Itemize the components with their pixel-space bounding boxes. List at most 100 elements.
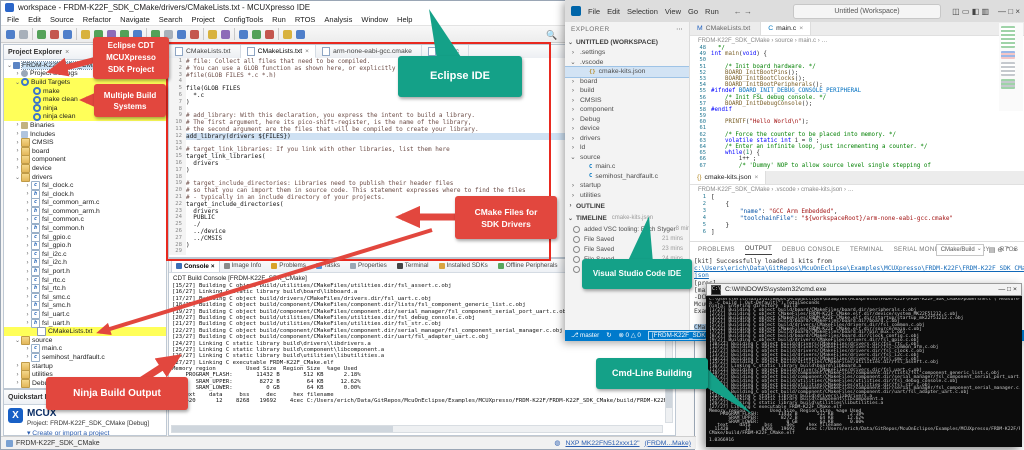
editor-tab[interactable]: C main.c × (761, 22, 812, 35)
toolbar-icon[interactable] (50, 29, 59, 39)
tree-twisty-icon[interactable]: › (569, 125, 577, 132)
cmd-console-output[interactable]: C:\Users\erich\Data\GitRepos\McuOnEclips… (709, 298, 1020, 445)
eclipse-menu-item[interactable]: RTOS (295, 15, 316, 24)
tree-item[interactable]: › Debug (565, 115, 689, 125)
toolbar-icon[interactable] (81, 29, 90, 39)
tree-item[interactable]: ⌄ source (4, 335, 166, 345)
more-actions-icon[interactable]: ⋯ (676, 25, 683, 33)
tree-twisty-icon[interactable]: › (569, 97, 577, 104)
tree-item[interactable]: › h fsl_gpio.h (4, 241, 166, 251)
eclipse-menu-item[interactable]: Edit (28, 15, 41, 24)
eclipse-menu-item[interactable]: Refactor (83, 15, 111, 24)
tree-twisty-icon[interactable]: ⌄ (14, 79, 21, 86)
tree-item[interactable]: › utilities (565, 191, 689, 201)
tree-twisty-icon[interactable]: › (24, 234, 31, 240)
tree-twisty-icon[interactable]: › (24, 251, 31, 257)
tree-item[interactable]: › ld (565, 143, 689, 153)
panel-tab[interactable]: TERMINAL (850, 244, 884, 255)
console-view-tab[interactable]: Properties (346, 259, 393, 272)
toolbar-icon[interactable] (221, 29, 230, 39)
close-icon[interactable]: × (305, 48, 309, 55)
tree-item[interactable]: › h fsl_uart.h (4, 318, 166, 328)
project-link[interactable]: (FRDM...Make) (645, 440, 691, 447)
tree-twisty-icon[interactable]: › (569, 144, 577, 151)
timeline-item[interactable]: File Saved 23 mins (565, 244, 689, 254)
eclipse-menu-item[interactable]: Source (50, 15, 74, 24)
tree-item[interactable]: C main.c (565, 162, 689, 172)
close-icon[interactable]: × (211, 263, 215, 270)
console-view-tab[interactable]: Offline Peripherals (494, 259, 564, 272)
eclipse-menu-item[interactable]: Window (361, 15, 388, 24)
eclipse-menu-item[interactable]: Help (397, 15, 412, 24)
panel-tab[interactable]: DEBUG CONSOLE (782, 244, 840, 255)
toolbar-icon[interactable] (265, 29, 274, 39)
tree-twisty-icon[interactable]: ⌄ (14, 174, 21, 181)
console-view-tab[interactable]: Terminal (393, 259, 435, 272)
window-controls[interactable]: — □ × (998, 286, 1017, 293)
tree-twisty-icon[interactable]: › (14, 131, 21, 137)
tree-item[interactable]: › board (4, 146, 166, 156)
tree-item[interactable]: › drivers (565, 134, 689, 144)
toolbar-icon[interactable] (239, 29, 248, 39)
editor-tab[interactable]: M CMakeLists.txt (690, 22, 762, 35)
tree-twisty-icon[interactable]: › (569, 192, 577, 199)
toolbar-icon[interactable] (190, 29, 199, 39)
tree-twisty-icon[interactable]: › (569, 116, 577, 123)
tree-item[interactable]: › device (565, 124, 689, 134)
tree-twisty-icon[interactable]: › (24, 260, 31, 266)
tree-item[interactable]: › c fsl_smc.c (4, 292, 166, 302)
tree-item[interactable]: › h fsl_rtc.h (4, 284, 166, 294)
tree-item[interactable]: ⌄ source (565, 153, 689, 163)
timeline-section-header[interactable]: ⌄ TIMELINE cmake-kits.json (565, 212, 689, 224)
console-view-tab[interactable]: Problems (267, 259, 312, 272)
timeline-item[interactable]: added VSC tooling: Erich Styger 8 mins (565, 224, 689, 234)
tree-item[interactable]: › c fsl_rtc.c (4, 275, 166, 285)
tree-item[interactable]: › build (565, 86, 689, 96)
tree-twisty-icon[interactable]: › (14, 363, 21, 369)
tree-twisty-icon[interactable]: › (569, 49, 577, 56)
tree-twisty-icon[interactable]: › (569, 106, 577, 113)
vscode-menu-item[interactable]: View (665, 7, 681, 16)
toolbar-icon[interactable] (234, 28, 235, 40)
eclipse-menu-item[interactable]: ConfigTools (224, 15, 263, 24)
tree-twisty-icon[interactable]: › (24, 346, 31, 352)
outline-section-header[interactable]: › OUTLINE (565, 200, 689, 212)
tree-twisty-icon[interactable]: › (569, 87, 577, 94)
console-view-tab[interactable]: Tasks (312, 259, 346, 272)
toolbar-icon[interactable] (252, 29, 261, 39)
breadcrumb[interactable]: FRDM-K22F_SDK_CMake › .vscode › cmake-ki… (690, 185, 1024, 194)
toolbar-icon[interactable] (278, 28, 279, 40)
tree-twisty-icon[interactable]: › (569, 78, 577, 85)
eclipse-menu-item[interactable]: File (7, 15, 19, 24)
console-view-tab[interactable]: Image Info (220, 259, 268, 272)
tree-item[interactable]: › CMSIS (565, 96, 689, 106)
vscode-menu-item[interactable]: Go (688, 7, 698, 16)
timeline-item[interactable]: File Saved 21 mins (565, 234, 689, 244)
tree-item[interactable]: ⌄ .vscode (565, 58, 689, 68)
tree-item[interactable]: › board (565, 77, 689, 87)
output-channel-dropdown[interactable]: CMake/Build (935, 244, 984, 256)
tree-item[interactable]: › component (4, 155, 166, 165)
tree-item[interactable]: C semihost_hardfault.c (565, 172, 689, 182)
tree-twisty-icon[interactable]: › (14, 122, 21, 128)
tree-item[interactable]: › h fsl_i2c.h (4, 258, 166, 268)
nav-back-forward-icons[interactable]: ← → (734, 7, 752, 16)
close-icon[interactable]: × (799, 25, 803, 32)
eclipse-menu-item[interactable]: Analysis (324, 15, 352, 24)
tree-twisty-icon[interactable]: › (24, 200, 31, 206)
tree-item[interactable]: › c fsl_clock.c (4, 181, 166, 191)
tree-item[interactable]: › startup (565, 181, 689, 191)
tree-item[interactable]: › h fsl_port.h (4, 267, 166, 277)
toolbar-icon[interactable] (177, 29, 186, 39)
panel-action-icons[interactable]: ▤ ⊖ ⌃ × (989, 246, 1017, 254)
tree-item[interactable]: › h fsl_smc.h (4, 301, 166, 311)
tree-twisty-icon[interactable]: › (24, 277, 31, 283)
eclipse-menu-item[interactable]: Run (272, 15, 286, 24)
tree-twisty-icon[interactable]: › (24, 191, 31, 197)
command-center-search[interactable]: Untitled (Workspace) (793, 4, 941, 19)
toolbar-icon[interactable] (208, 29, 217, 39)
tree-item[interactable]: › c main.c (4, 344, 166, 354)
minimap[interactable] (999, 23, 1023, 111)
tree-twisty-icon[interactable]: › (569, 135, 577, 142)
tree-twisty-icon[interactable]: › (24, 208, 31, 214)
